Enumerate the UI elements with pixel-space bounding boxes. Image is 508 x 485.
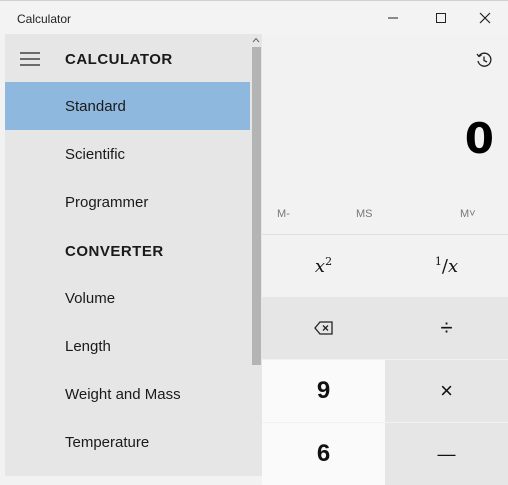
- scroll-up-icon[interactable]: [252, 36, 260, 44]
- memory-minus-button[interactable]: M-: [277, 208, 290, 220]
- nav-item-label: Temperature: [65, 433, 150, 451]
- scrollbar-thumb[interactable]: [252, 47, 261, 365]
- hamburger-icon: [20, 52, 40, 66]
- memory-row: M- MS M˅: [262, 198, 508, 234]
- reciprocal-button[interactable]: 1/x: [385, 235, 508, 297]
- reciprocal-label: 1/x: [434, 255, 459, 277]
- minimize-icon: [388, 17, 398, 19]
- square-label: x2: [315, 255, 332, 277]
- nav-item-standard[interactable]: Standard: [5, 82, 250, 130]
- nine-label: 9: [316, 377, 331, 404]
- title-bar: Calculator: [0, 0, 508, 34]
- nav-item-weight-and-mass[interactable]: Weight and Mass: [5, 370, 250, 418]
- reciprocal-denominator: x: [447, 256, 459, 277]
- multiply-label: ×: [440, 378, 453, 403]
- window-title: Calculator: [17, 12, 72, 26]
- square-button[interactable]: x2: [262, 235, 385, 297]
- nav-item-length[interactable]: Length: [5, 322, 250, 370]
- navigation-list: CALCULATOR Standard Scientific Programme…: [5, 34, 250, 476]
- converter-section-header: CONVERTER: [65, 243, 164, 260]
- nav-item-temperature[interactable]: Temperature: [5, 418, 250, 466]
- nav-item-volume[interactable]: Volume: [5, 274, 250, 322]
- memory-list-button[interactable]: M˅: [460, 208, 476, 220]
- six-label: 6: [316, 440, 331, 467]
- backspace-icon: [313, 321, 333, 335]
- nav-item-programmer[interactable]: Programmer: [5, 178, 250, 226]
- minus-label: —: [437, 443, 456, 464]
- calculator-pane: 0 M- MS M˅ x2 1/x ÷ 9 × 6 —: [262, 34, 508, 485]
- nav-item-label: Weight and Mass: [65, 385, 181, 403]
- history-button[interactable]: [472, 48, 496, 72]
- memory-store-button[interactable]: MS: [356, 208, 373, 220]
- menu-button[interactable]: [20, 52, 40, 66]
- nav-item-label: Programmer: [65, 193, 149, 211]
- maximize-button[interactable]: [418, 1, 464, 35]
- nav-item-label: Volume: [65, 289, 116, 307]
- multiply-button[interactable]: ×: [385, 360, 508, 422]
- navigation-pane: CALCULATOR Standard Scientific Programme…: [5, 34, 262, 476]
- minimize-button[interactable]: [370, 1, 416, 35]
- nav-item-scientific[interactable]: Scientific: [5, 130, 250, 178]
- nine-button[interactable]: 9: [262, 360, 385, 422]
- close-icon: [479, 12, 491, 24]
- result-display: 0: [464, 114, 494, 163]
- nav-item-label: Length: [65, 337, 111, 355]
- backspace-button[interactable]: [262, 297, 385, 359]
- history-icon: [476, 52, 492, 67]
- divide-label: ÷: [440, 315, 453, 340]
- square-base: x: [314, 256, 326, 277]
- nav-item-label: Scientific: [65, 145, 126, 163]
- divide-button[interactable]: ÷: [385, 297, 508, 359]
- reciprocal-numerator: 1: [434, 255, 442, 268]
- scrollbar[interactable]: [250, 34, 262, 476]
- nav-item-label: Standard: [65, 97, 126, 115]
- square-exponent: 2: [325, 255, 333, 268]
- close-button[interactable]: [462, 1, 508, 35]
- maximize-icon: [436, 13, 446, 23]
- calculator-section-header: CALCULATOR: [65, 51, 173, 68]
